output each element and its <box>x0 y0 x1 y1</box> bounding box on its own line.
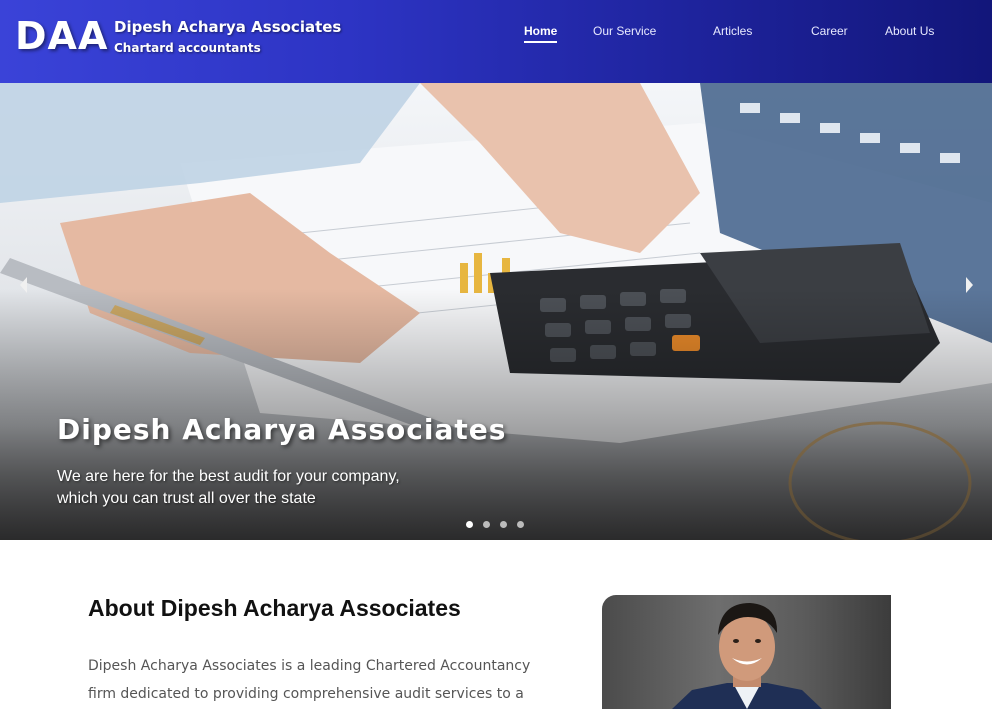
nav-home[interactable]: Home <box>524 24 558 43</box>
nav-our-service[interactable]: Our Service <box>593 24 656 38</box>
nav-about-us[interactable]: About Us <box>885 24 934 38</box>
brand-tagline: Chartard accountants <box>114 41 261 55</box>
chevron-left-icon <box>20 277 27 293</box>
about-paragraph-line2: firm dedicated to providing comprehensiv… <box>88 686 524 702</box>
about-paragraph-line1: Dipesh Acharya Associates is a leading C… <box>88 658 531 674</box>
founder-portrait <box>672 603 822 709</box>
hero-subtitle: We are here for the best audit for your … <box>57 466 400 510</box>
founder-photo <box>602 595 891 709</box>
about-title: About Dipesh Acharya Associates <box>88 595 461 621</box>
site-logo[interactable]: DAA <box>15 14 108 58</box>
chevron-right-icon <box>966 277 973 293</box>
carousel-prev-button[interactable] <box>20 271 40 299</box>
carousel-dot-2[interactable] <box>483 521 490 528</box>
carousel-dot-1[interactable] <box>466 521 473 528</box>
carousel-dot-3[interactable] <box>500 521 507 528</box>
hero-subtitle-line1: We are here for the best audit for your … <box>57 468 400 485</box>
hero-subtitle-line2: which you can trust all over the state <box>57 490 316 507</box>
carousel-dot-4[interactable] <box>517 521 524 528</box>
site-header: DAA Dipesh Acharya Associates Chartard a… <box>0 0 992 83</box>
carousel-next-button[interactable] <box>966 271 986 299</box>
about-paragraph: Dipesh Acharya Associates is a leading C… <box>88 652 558 708</box>
hero-carousel: Dipesh Acharya Associates We are here fo… <box>0 83 992 540</box>
hero-title: Dipesh Acharya Associates <box>57 413 507 446</box>
nav-articles[interactable]: Articles <box>713 24 752 38</box>
carousel-indicators <box>466 515 534 528</box>
nav-career[interactable]: Career <box>811 24 848 38</box>
brand-name: Dipesh Acharya Associates <box>114 18 342 36</box>
